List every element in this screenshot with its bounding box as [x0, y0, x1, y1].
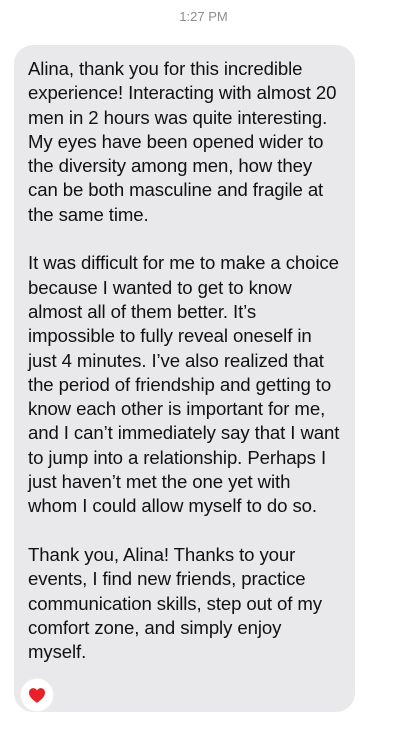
message-timestamp: 1:27 PM	[179, 9, 228, 24]
message-paragraph: Alina, thank you for this incredible exp…	[28, 58, 337, 225]
message-paragraph: Thank you, Alina! Thanks to your events,…	[28, 543, 323, 663]
message-paragraph: It was difficult for me to make a choice…	[28, 252, 340, 517]
message-bubble[interactable]: Alina, thank you for this incredible exp…	[14, 45, 355, 712]
heart-icon	[29, 688, 45, 703]
heart-reaction-badge[interactable]	[20, 678, 54, 712]
